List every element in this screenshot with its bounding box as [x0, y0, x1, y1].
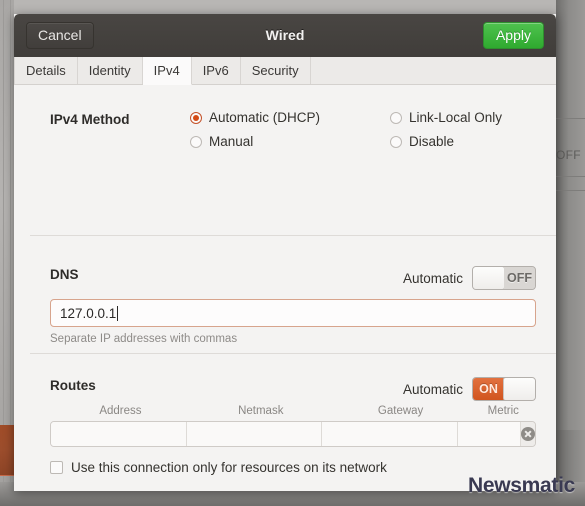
dns-switch-state-label: OFF [504, 267, 535, 289]
routes-automatic-toggle-group: Automatic ON [403, 377, 536, 401]
radio-manual[interactable]: Manual [190, 134, 390, 149]
route-metric-input[interactable] [457, 422, 521, 446]
watermark: Newsmatic [467, 474, 575, 497]
routes-column-metric: Metric [487, 405, 519, 417]
routes-label: Routes [50, 378, 96, 393]
ipv4-settings-panel: IPv4 Method Automatic (DHCP) Link-Local … [14, 85, 556, 491]
dns-servers-value: 127.0.0.1 [60, 305, 117, 321]
tab-ipv6[interactable]: IPv6 [192, 57, 241, 84]
apply-button[interactable]: Apply [482, 22, 544, 49]
route-netmask-input[interactable] [187, 422, 323, 446]
route-delete-button[interactable] [521, 422, 535, 446]
restrict-connection-checkbox[interactable]: Use this connection only for resources o… [50, 460, 387, 475]
background-toggle-off-label: OFF [556, 148, 581, 162]
background-divider-1 [556, 118, 585, 119]
divider-after-dns [30, 353, 556, 354]
tab-bar-filler [311, 57, 556, 84]
background-divider-2 [556, 176, 585, 177]
routes-column-address: Address [99, 405, 142, 417]
tab-security[interactable]: Security [241, 57, 311, 84]
dns-automatic-switch[interactable]: OFF [472, 266, 536, 290]
radio-automatic-dhcp[interactable]: Automatic (DHCP) [190, 110, 390, 125]
radio-disable[interactable]: Disable [390, 134, 536, 149]
restrict-connection-label: Use this connection only for resources o… [71, 460, 387, 475]
table-row [50, 421, 536, 447]
routes-switch-knob [503, 378, 535, 400]
dns-servers-input[interactable]: 127.0.0.1 [50, 299, 536, 327]
radio-dot-icon-disable [390, 135, 402, 148]
dns-automatic-label: Automatic [402, 270, 463, 286]
tab-details[interactable]: Details [14, 57, 78, 84]
radio-link-local-only[interactable]: Link-Local Only [390, 110, 536, 125]
routes-column-headers: Address Netmask Gateway Metric [50, 405, 536, 417]
dns-label: DNS [50, 267, 79, 282]
radio-label-manual: Manual [209, 134, 254, 149]
tab-identity[interactable]: Identity [78, 57, 143, 84]
dns-switch-knob [473, 267, 505, 289]
launcher-active-item[interactable] [0, 425, 14, 476]
radio-label-link-local-only: Link-Local Only [409, 110, 503, 125]
dns-hint-text: Separate IP addresses with commas [50, 333, 238, 345]
routes-column-gateway: Gateway [377, 405, 424, 417]
checkbox-icon [50, 461, 63, 474]
dialog-title: Wired [265, 27, 305, 43]
tab-bar: Details Identity IPv4 IPv6 Security [14, 57, 556, 85]
radio-dot-icon-automatic-dhcp [190, 111, 202, 124]
ipv4-method-options: Automatic (DHCP) Link-Local Only Manual … [190, 110, 536, 149]
dialog-titlebar: Cancel Wired Apply [14, 14, 556, 57]
routes-switch-state-label: ON [473, 378, 504, 400]
radio-label-automatic-dhcp: Automatic (DHCP) [209, 110, 321, 125]
ipv4-method-label: IPv4 Method [50, 112, 130, 127]
routes-automatic-label: Automatic [402, 381, 463, 397]
divider-after-method [30, 235, 556, 236]
dns-automatic-toggle-group: Automatic OFF [403, 266, 536, 290]
radio-dot-icon-link-local-only [390, 111, 402, 124]
routes-column-netmask: Netmask [238, 405, 284, 417]
background-divider-3 [556, 190, 585, 191]
text-caret [117, 305, 119, 321]
network-settings-dialog: Cancel Wired Apply Details Identity IPv4… [14, 14, 556, 491]
radio-dot-icon-manual [190, 135, 202, 148]
routes-automatic-switch[interactable]: ON [472, 377, 536, 401]
close-circle-icon [521, 427, 535, 441]
route-address-input[interactable] [51, 422, 188, 446]
route-gateway-input[interactable] [322, 422, 458, 446]
radio-label-disable: Disable [409, 134, 455, 149]
tab-ipv4[interactable]: IPv4 [142, 57, 192, 85]
